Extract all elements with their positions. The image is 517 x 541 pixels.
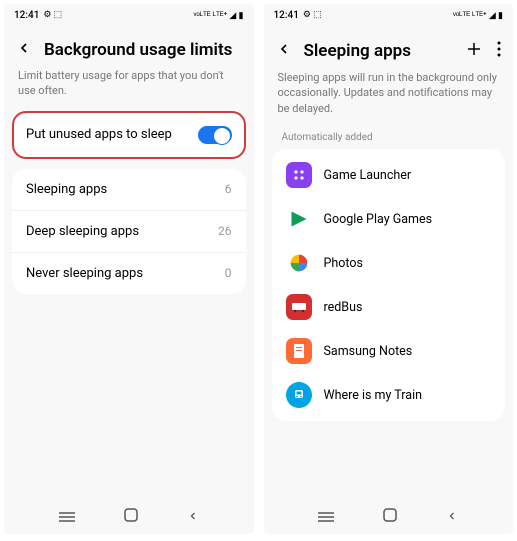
page-title: Sleeping apps <box>304 41 454 61</box>
page-subtitle: Limit battery usage for apps that you do… <box>4 68 254 111</box>
nav-recent-icon[interactable] <box>318 507 334 526</box>
status-indicators: ⚙ ⬚ <box>303 10 322 20</box>
nav-home-icon[interactable] <box>383 507 397 526</box>
app-row[interactable]: Where is my Train <box>272 373 506 417</box>
train-icon <box>286 382 312 408</box>
app-name: redBus <box>324 300 363 315</box>
phone-right: 12:41 ⚙ ⬚ ᵛᵒᴸᵀᴱ ᴸᵀᴱ⁺ ◢ ▮ Sleeping apps S… <box>264 4 514 534</box>
samsung-notes-icon <box>286 338 312 364</box>
nav-back-icon[interactable] <box>446 507 458 526</box>
status-indicators: ⚙ ⬚ <box>43 10 62 20</box>
back-icon[interactable] <box>276 41 292 61</box>
nav-recent-icon[interactable] <box>59 507 75 526</box>
toggle-label: Put unused apps to sleep <box>26 127 172 142</box>
header-right: Sleeping apps <box>264 26 514 70</box>
list-label: Never sleeping apps <box>26 266 143 281</box>
app-row[interactable]: Game Launcher <box>272 153 506 197</box>
app-row[interactable]: Google Play Games <box>272 197 506 241</box>
header-left: Background usage limits <box>4 26 254 68</box>
nav-home-icon[interactable] <box>124 507 138 526</box>
status-network: ᵛᵒᴸᵀᴱ ᴸᵀᴱ⁺ ◢ ▮ <box>194 10 244 21</box>
toggle-switch-icon[interactable] <box>198 126 232 144</box>
list-count: 26 <box>218 224 232 238</box>
apps-list: Game Launcher Google Play Games Photos r… <box>272 149 506 421</box>
section-header: Automatically added <box>264 128 514 149</box>
list-label: Deep sleeping apps <box>26 224 139 239</box>
list-label: Sleeping apps <box>26 182 107 197</box>
app-row[interactable]: Samsung Notes <box>272 329 506 373</box>
status-time: 12:41 <box>274 10 299 21</box>
row-never-sleeping-apps[interactable]: Never sleeping apps 0 <box>12 253 246 294</box>
toggle-unused-apps[interactable]: Put unused apps to sleep <box>12 111 246 159</box>
app-name: Samsung Notes <box>324 344 413 359</box>
app-name: Photos <box>324 256 363 271</box>
status-network: ᵛᵒᴸᵀᴱ ᴸᵀᴱ⁺ ◢ ▮ <box>453 10 503 21</box>
row-sleeping-apps[interactable]: Sleeping apps 6 <box>12 169 246 211</box>
game-launcher-icon <box>286 162 312 188</box>
nav-bar <box>264 498 514 534</box>
nav-back-icon[interactable] <box>187 507 199 526</box>
more-icon[interactable] <box>497 41 501 61</box>
page-subtitle: Sleeping apps will run in the background… <box>264 70 514 128</box>
app-name: Where is my Train <box>324 388 423 403</box>
nav-bar <box>4 498 254 534</box>
list-count: 6 <box>225 182 232 196</box>
app-name: Google Play Games <box>324 212 433 227</box>
back-icon[interactable] <box>16 40 32 60</box>
add-icon[interactable] <box>465 40 483 62</box>
phone-left: 12:41 ⚙ ⬚ ᵛᵒᴸᵀᴱ ᴸᵀᴱ⁺ ◢ ▮ Background usag… <box>4 4 254 534</box>
limits-list: Sleeping apps 6 Deep sleeping apps 26 Ne… <box>12 169 246 294</box>
app-name: Game Launcher <box>324 168 412 183</box>
redbus-icon <box>286 294 312 320</box>
app-row[interactable]: redBus <box>272 285 506 329</box>
status-bar: 12:41 ⚙ ⬚ ᵛᵒᴸᵀᴱ ᴸᵀᴱ⁺ ◢ ▮ <box>264 4 514 26</box>
page-title: Background usage limits <box>44 40 242 60</box>
status-bar: 12:41 ⚙ ⬚ ᵛᵒᴸᵀᴱ ᴸᵀᴱ⁺ ◢ ▮ <box>4 4 254 26</box>
app-row[interactable]: Photos <box>272 241 506 285</box>
status-time: 12:41 <box>14 10 39 21</box>
row-deep-sleeping-apps[interactable]: Deep sleeping apps 26 <box>12 211 246 253</box>
list-count: 0 <box>225 266 232 280</box>
play-games-icon <box>286 206 312 232</box>
photos-icon <box>286 250 312 276</box>
